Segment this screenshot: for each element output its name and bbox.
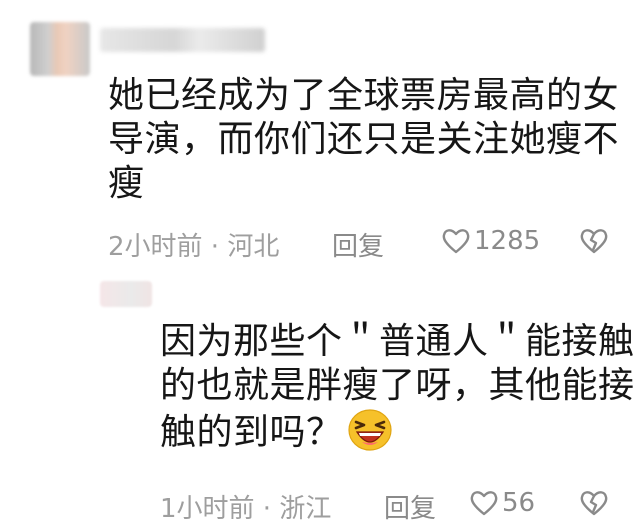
username-blurred[interactable] xyxy=(100,28,265,52)
time-location: 1小时前 · 浙江 xyxy=(160,494,332,524)
reply-button[interactable]: 回复 xyxy=(384,488,436,525)
like-button[interactable]: 1285 xyxy=(442,226,540,256)
comment-text: 因为那些个＂普通人＂能接触 的也就是胖瘦了呀，其他能接 触的到吗？ xyxy=(160,320,634,455)
like-count: 56 xyxy=(502,488,536,518)
comment-text-line: 的也就是胖瘦了呀，其他能接 xyxy=(160,365,635,406)
laughing-emoji-icon xyxy=(347,409,392,451)
comment-text-line: 她已经成为了全球票房最高的女 xyxy=(108,75,620,116)
comment-meta: 2小时前 · 河北 回复 1285 xyxy=(0,222,640,262)
comment-item: 她已经成为了全球票房最高的女 导演，而你们还只是关注她瘦不 瘦 2小时前 · 河… xyxy=(0,0,640,270)
avatar[interactable] xyxy=(30,22,90,76)
comment-text-line: 触的到吗？ xyxy=(160,412,343,453)
time-location: 2小时前 · 河北 xyxy=(108,232,280,262)
comment-text-line: 因为那些个＂普通人＂能接触 xyxy=(160,321,635,362)
heart-outline-icon xyxy=(470,491,498,516)
heart-outline-icon xyxy=(442,229,470,254)
avatar[interactable] xyxy=(100,281,152,307)
comment-text-line: 导演，而你们还只是关注她瘦不 xyxy=(108,119,620,160)
reply-button[interactable]: 回复 xyxy=(332,226,384,263)
broken-heart-icon[interactable] xyxy=(580,490,608,516)
like-count: 1285 xyxy=(474,226,541,256)
broken-heart-icon[interactable] xyxy=(580,228,608,254)
like-button[interactable]: 56 xyxy=(470,488,535,518)
reply-comment-item: 因为那些个＂普通人＂能接触 的也就是胖瘦了呀，其他能接 触的到吗？ 1小时前 ·… xyxy=(0,272,640,530)
comment-text: 她已经成为了全球票房最高的女 导演，而你们还只是关注她瘦不 瘦 xyxy=(108,74,619,206)
comment-meta: 1小时前 · 浙江 回复 56 xyxy=(0,484,640,524)
comment-text-line: 瘦 xyxy=(108,163,145,204)
